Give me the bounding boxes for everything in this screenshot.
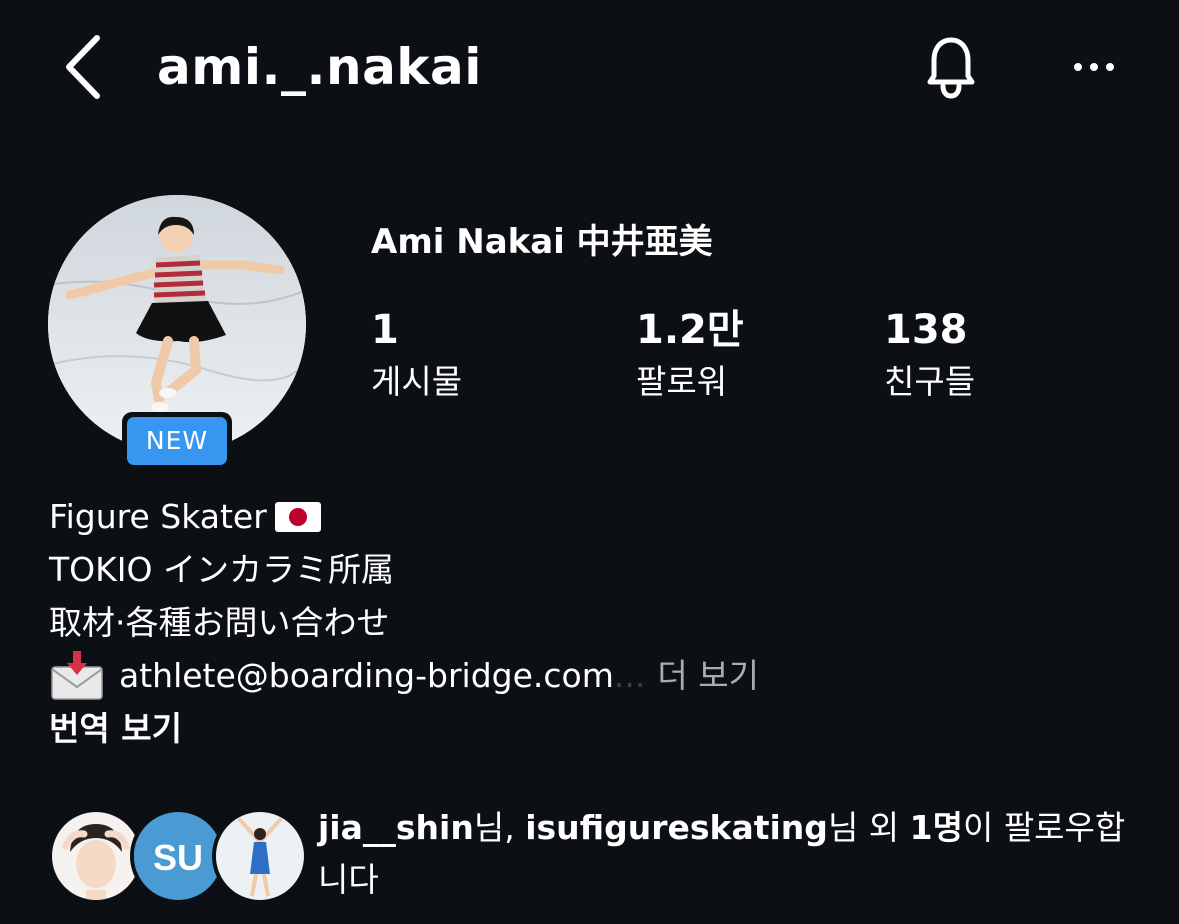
follower-username-1[interactable]: jia__shin — [318, 808, 474, 847]
bell-icon — [927, 37, 975, 99]
profile-header: ami._.nakai — [0, 0, 1179, 140]
followed-by-row[interactable]: SU jia__shin님, isufigureskating님 외 1명이 팔… — [48, 808, 1148, 908]
translate-link[interactable]: 번역 보기 — [49, 702, 1149, 755]
notifications-button[interactable] — [912, 30, 990, 102]
stat-friends-label: 친구들 — [884, 362, 976, 401]
profile-bio: Figure Skater TOKIO インカラミ所属 取材·各種お問い合わせ … — [49, 490, 1149, 755]
stat-posts-label: 게시물 — [371, 362, 463, 401]
stat-followers-count: 1.2만 — [636, 307, 744, 353]
bio-line-1: Figure Skater — [49, 490, 1149, 543]
stat-followers-label: 팔로워 — [636, 362, 728, 401]
follower-count: 1명 — [909, 808, 963, 847]
follower-avatar-3 — [212, 808, 308, 904]
stat-friends-count: 138 — [884, 307, 968, 353]
bio-line-4: athlete@boarding-bridge.com ... 더 보기 — [49, 649, 1149, 702]
new-badge: NEW — [122, 412, 232, 470]
bio-text: Figure Skater — [49, 497, 267, 536]
bio-line-3: 取材·各種お問い合わせ — [49, 603, 390, 642]
back-button[interactable] — [55, 32, 115, 102]
bio-ellipsis: ... — [613, 656, 646, 695]
japan-flag-icon — [274, 501, 321, 532]
stat-posts[interactable]: 1 게시물 — [371, 305, 462, 407]
more-options-button[interactable] — [1064, 50, 1124, 84]
stat-followers[interactable]: 1.2만 팔로워 — [636, 305, 744, 407]
stat-posts-count: 1 — [371, 307, 399, 353]
svg-text:SU: SU — [153, 837, 203, 878]
envelope-with-arrow-icon — [49, 650, 105, 701]
chevron-left-icon — [66, 35, 100, 99]
bio-line-2: TOKIO インカラミ所属 — [49, 550, 394, 589]
more-horizontal-icon — [1074, 63, 1114, 71]
page-title: ami._.nakai — [157, 38, 482, 96]
display-name: Ami Nakai 中井亜美 — [371, 222, 713, 262]
stat-friends[interactable]: 138 친구들 — [884, 305, 975, 407]
bio-email[interactable]: athlete@boarding-bridge.com — [119, 649, 614, 702]
followed-by-text: jia__shin님, isufigureskating님 외 1명이 팔로우합… — [318, 808, 1126, 899]
bio-more-link[interactable]: 더 보기 — [657, 649, 759, 702]
follower-username-2[interactable]: isufigureskating — [525, 808, 828, 847]
